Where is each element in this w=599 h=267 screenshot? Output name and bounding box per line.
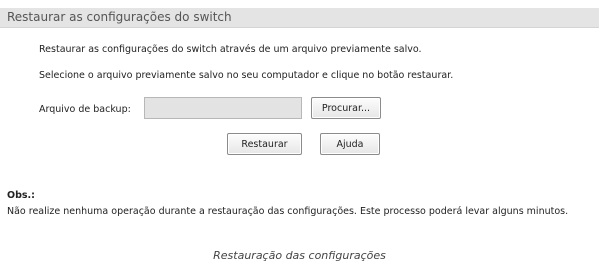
help-button[interactable]: Ajuda xyxy=(320,133,380,155)
browse-button[interactable]: Procurar... xyxy=(311,97,381,119)
backup-file-label: Arquivo de backup: xyxy=(39,104,131,115)
note-title: Obs.: xyxy=(7,190,35,201)
panel-header: Restaurar as configurações do switch xyxy=(0,8,599,28)
restore-button[interactable]: Restaurar xyxy=(227,133,302,155)
instruction-text-2: Selecione o arquivo previamente salvo no… xyxy=(39,70,454,81)
panel-title: Restaurar as configurações do switch xyxy=(7,10,232,24)
figure-caption: Restauração das configurações xyxy=(213,249,386,262)
backup-file-input[interactable] xyxy=(144,97,302,119)
restore-panel: Restaurar as configurações do switch Res… xyxy=(0,0,599,164)
instruction-text-1: Restaurar as configurações do switch atr… xyxy=(39,44,422,55)
note-text: Não realize nenhuma operação durante a r… xyxy=(7,206,569,217)
